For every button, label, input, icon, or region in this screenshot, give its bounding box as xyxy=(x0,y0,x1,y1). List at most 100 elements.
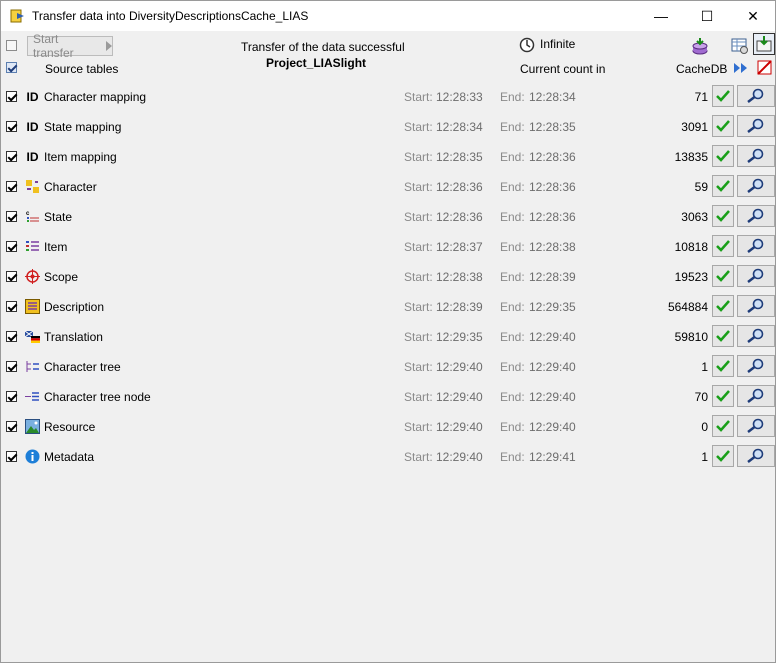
check-icon xyxy=(716,330,730,342)
view-details-button[interactable] xyxy=(737,445,775,467)
check-icon xyxy=(716,150,730,162)
table-row: Translation Start: 12:29:35 End: 12:29:4… xyxy=(1,322,776,352)
start-time: 12:28:36 xyxy=(436,180,483,194)
end-label: End: xyxy=(500,360,525,374)
end-time: 12:29:40 xyxy=(529,420,576,434)
view-details-button[interactable] xyxy=(737,235,775,257)
view-details-button[interactable] xyxy=(737,115,775,137)
start-time: 12:28:36 xyxy=(436,210,483,224)
row-checkbox[interactable] xyxy=(6,421,17,432)
magnifier-icon xyxy=(747,118,764,133)
status-ok-button[interactable] xyxy=(712,145,734,167)
row-count: 0 xyxy=(701,420,708,434)
row-checkbox[interactable] xyxy=(6,91,17,102)
view-details-button[interactable] xyxy=(737,415,775,437)
magnifier-icon xyxy=(747,148,764,163)
row-checkbox[interactable] xyxy=(6,181,17,192)
start-label: Start: xyxy=(404,180,433,194)
transfer-window: Transfer data into DiversityDescriptions… xyxy=(0,0,776,663)
row-checkbox[interactable] xyxy=(6,391,17,402)
status-ok-button[interactable] xyxy=(712,115,734,137)
row-checkbox[interactable] xyxy=(6,451,17,462)
maximize-button[interactable]: ☐ xyxy=(684,1,730,31)
translation-icon xyxy=(25,329,40,344)
row-count: 3063 xyxy=(681,210,708,224)
status-ok-button[interactable] xyxy=(712,385,734,407)
magnifier-icon xyxy=(747,238,764,253)
end-time: 12:28:39 xyxy=(529,270,576,284)
status-ok-button[interactable] xyxy=(712,325,734,347)
check-icon xyxy=(716,390,730,402)
status-ok-button[interactable] xyxy=(712,205,734,227)
start-time: 12:29:35 xyxy=(436,330,483,344)
row-checkbox[interactable] xyxy=(6,151,17,162)
end-time: 12:28:38 xyxy=(529,240,576,254)
start-transfer-label: Start transfer xyxy=(33,32,74,60)
end-time: 12:29:41 xyxy=(529,450,576,464)
view-details-button[interactable] xyxy=(737,85,775,107)
end-time: 12:29:40 xyxy=(529,390,576,404)
source-tables-checkbox[interactable] xyxy=(6,62,17,73)
view-details-button[interactable] xyxy=(737,385,775,407)
row-checkbox[interactable] xyxy=(6,241,17,252)
id-icon: ID xyxy=(26,149,39,164)
start-transfer-button[interactable]: Start transfer xyxy=(27,32,113,60)
status-ok-button[interactable] xyxy=(712,415,734,437)
magnifier-icon xyxy=(747,268,764,283)
row-checkbox[interactable] xyxy=(6,301,17,312)
status-ok-button[interactable] xyxy=(712,445,734,467)
row-checkbox[interactable] xyxy=(6,331,17,342)
row-count: 71 xyxy=(694,90,708,104)
start-label: Start: xyxy=(404,120,433,134)
export-icon xyxy=(756,36,772,52)
table-row: Scope Start: 12:28:38 End: 12:28:39 1952… xyxy=(1,262,776,292)
view-details-button[interactable] xyxy=(737,145,775,167)
view-details-button[interactable] xyxy=(737,295,775,317)
magnifier-icon xyxy=(747,388,764,403)
magnifier-icon xyxy=(747,208,764,223)
start-label: Start: xyxy=(404,240,433,254)
export-button[interactable] xyxy=(753,33,775,55)
character-icon xyxy=(25,179,40,194)
view-details-button[interactable] xyxy=(737,205,775,227)
start-time: 12:28:38 xyxy=(436,270,483,284)
close-button[interactable]: ✕ xyxy=(730,1,776,31)
view-details-button[interactable] xyxy=(737,325,775,347)
table-settings-icon[interactable] xyxy=(731,37,749,55)
svg-text:c: c xyxy=(26,211,30,217)
row-name: Character mapping xyxy=(44,90,147,104)
status-ok-button[interactable] xyxy=(712,175,734,197)
row-count: 10818 xyxy=(674,240,708,254)
row-checkbox[interactable] xyxy=(6,121,17,132)
row-checkbox[interactable] xyxy=(6,271,17,282)
magnifier-icon xyxy=(747,418,764,433)
play-icon xyxy=(106,41,112,51)
status-ok-button[interactable] xyxy=(712,265,734,287)
info-icon xyxy=(25,449,40,464)
check-icon xyxy=(716,210,730,222)
start-time: 12:29:40 xyxy=(436,390,483,404)
status-ok-button[interactable] xyxy=(712,355,734,377)
end-time: 12:28:36 xyxy=(529,210,576,224)
end-label: End: xyxy=(500,300,525,314)
start-transfer-checkbox[interactable] xyxy=(6,40,17,51)
status-ok-button[interactable] xyxy=(712,85,734,107)
view-details-button[interactable] xyxy=(737,265,775,287)
row-name: State xyxy=(44,210,73,224)
status-ok-button[interactable] xyxy=(712,235,734,257)
status-ok-button[interactable] xyxy=(712,295,734,317)
database-download-icon[interactable] xyxy=(691,38,709,56)
start-label: Start: xyxy=(404,360,433,374)
view-details-button[interactable] xyxy=(737,175,775,197)
timer-icon[interactable] xyxy=(519,37,535,53)
fast-forward-icon[interactable] xyxy=(733,62,749,74)
start-time: 12:28:33 xyxy=(436,90,483,104)
minimize-button[interactable]: — xyxy=(638,1,684,31)
end-label: End: xyxy=(500,150,525,164)
row-checkbox[interactable] xyxy=(6,361,17,372)
row-checkbox[interactable] xyxy=(6,211,17,222)
table-row: ID Character mapping Start: 12:28:33 End… xyxy=(1,82,776,112)
view-details-button[interactable] xyxy=(737,355,775,377)
clear-icon[interactable] xyxy=(757,60,772,75)
start-time: 12:29:40 xyxy=(436,450,483,464)
